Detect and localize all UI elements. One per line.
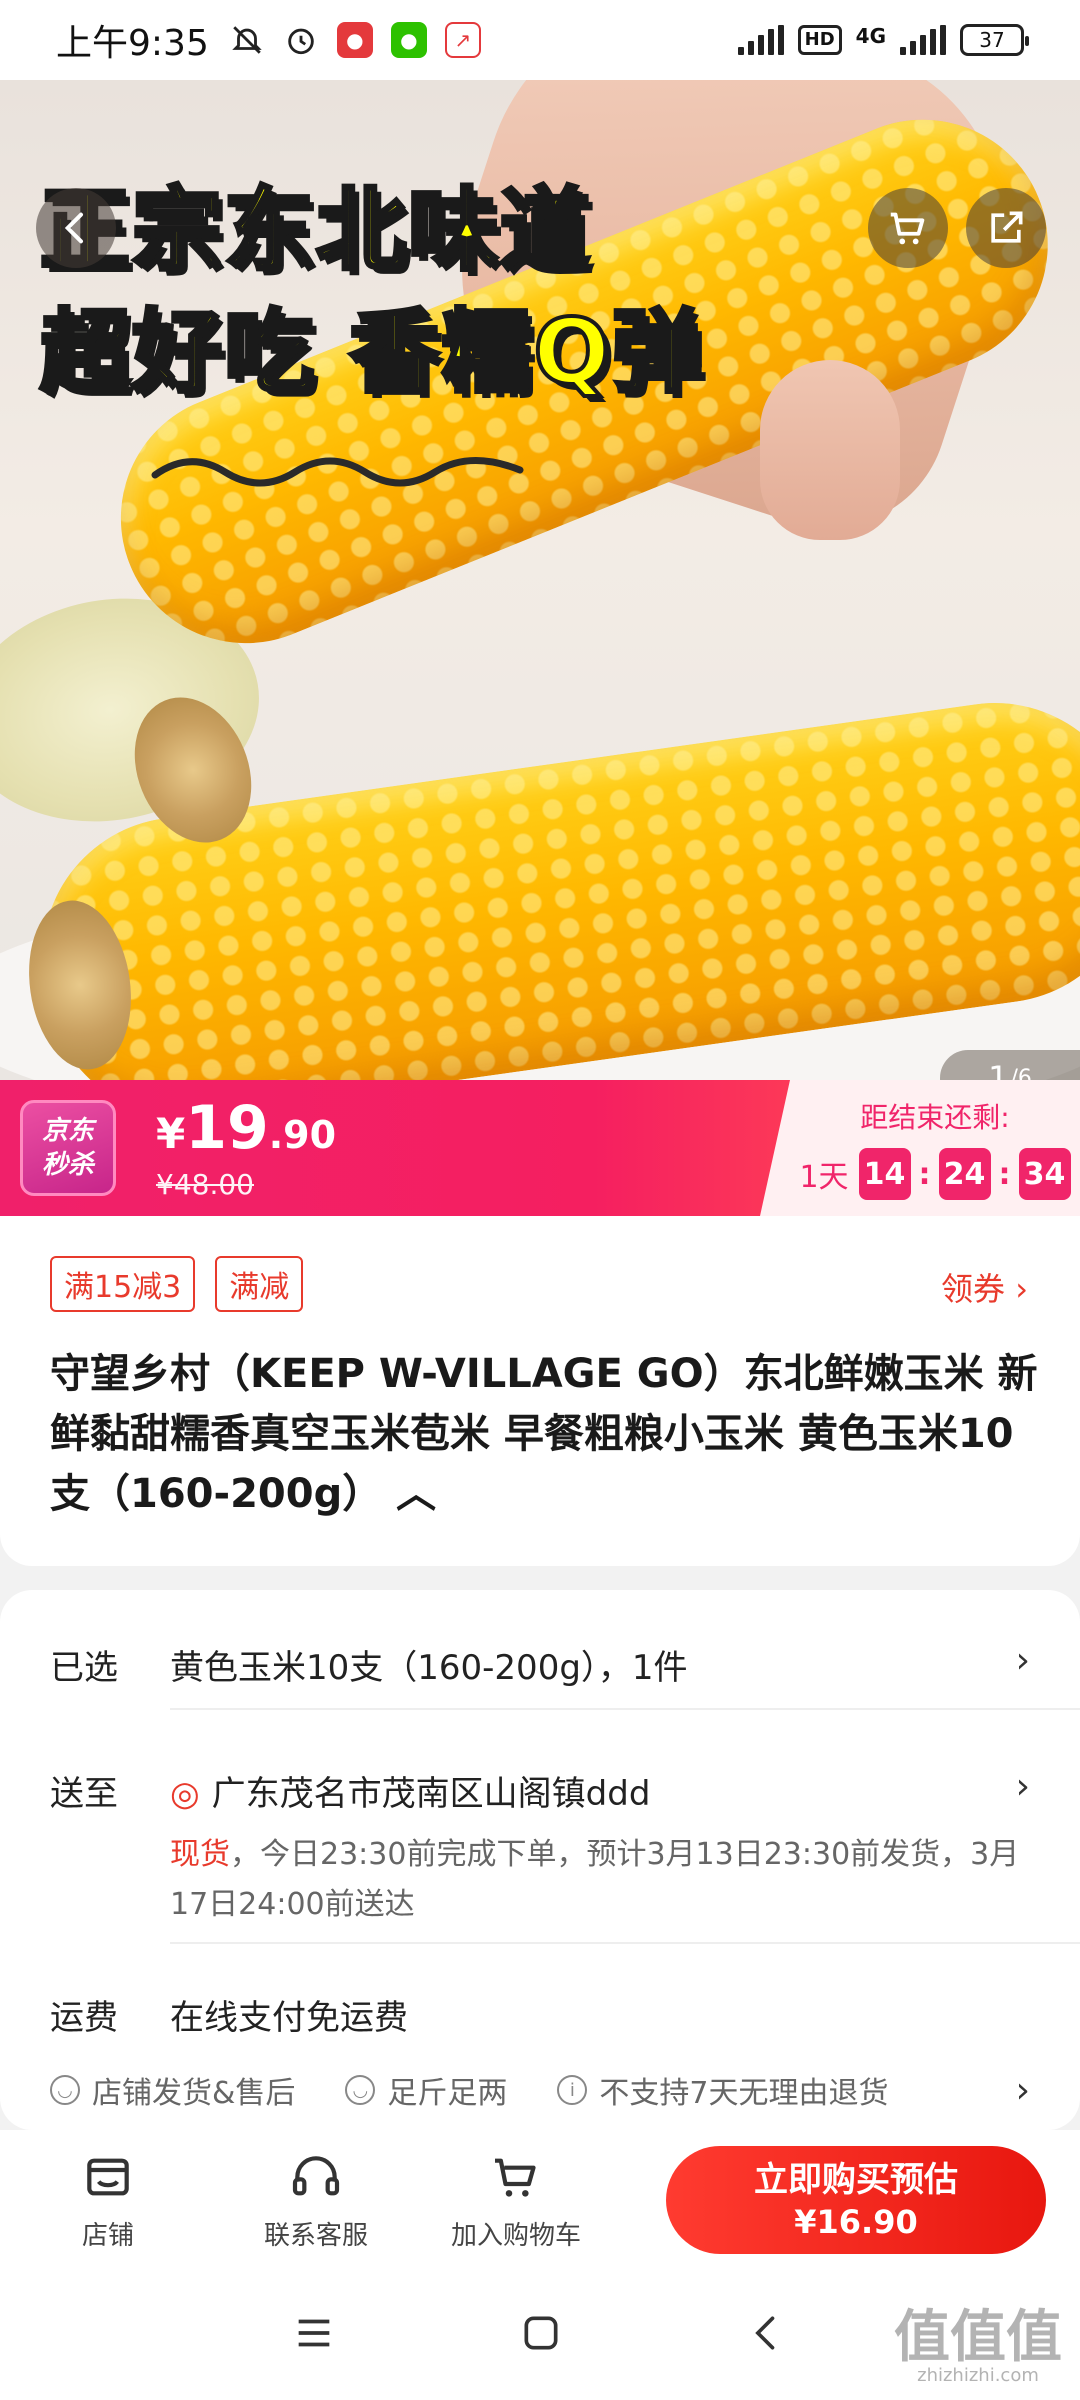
watermark-main: 值值值: [894, 2305, 1062, 2370]
guarantee-text: 足斤足两: [387, 2076, 508, 2111]
divider: [170, 1942, 1080, 1944]
in-stock-label: 现货: [170, 1837, 230, 1872]
divider: [170, 1708, 1080, 1710]
signal-icon: [737, 25, 784, 55]
add-to-cart-button[interactable]: 加入购物车: [416, 2149, 616, 2252]
image-page-indicator: 1/6: [940, 1050, 1080, 1080]
delivery-address: 广东茂名市茂南区山阁镇ddd: [211, 1774, 651, 1814]
network-type: 4G: [855, 24, 886, 48]
hero-title-line2: 超好吃 香糯Q弹: [38, 298, 704, 407]
customer-service-button[interactable]: 联系客服: [216, 2149, 416, 2252]
hero-title: 正宗东北味道 超好吃 香糯Q弹: [38, 170, 704, 414]
buy-now-price: ¥16.90: [794, 2203, 918, 2241]
service-guarantees[interactable]: ◡ 店铺发货&售后 ◡ 足斤足两 i 不支持7天无理由退货 ›: [0, 2050, 1080, 2130]
product-image-carousel[interactable]: 正宗东北味道 超好吃 香糯Q弹 1/6: [0, 80, 1080, 1080]
chevron-right-icon: ›: [1015, 1640, 1030, 1681]
share-button[interactable]: [966, 188, 1046, 268]
back-button[interactable]: [36, 188, 116, 268]
product-info-card: 满15减3 满减 领券 › 守望乡村（KEEP W-VILLAGE GO）东北鲜…: [0, 1216, 1080, 1566]
headset-icon: [292, 2155, 340, 2195]
buy-now-button[interactable]: 立即购买预估 ¥16.90: [666, 2146, 1046, 2254]
countdown-seconds: 34: [1018, 1148, 1071, 1200]
badge-line2: 秒杀: [41, 1150, 94, 1180]
app-notification-icon: ●: [336, 22, 373, 58]
countdown-minutes: 24: [938, 1148, 991, 1200]
share-icon: [991, 211, 1023, 243]
guarantee-item: ◡ 足斤足两: [345, 2068, 507, 2112]
product-title[interactable]: 守望乡村（KEEP W-VILLAGE GO）东北鲜嫩玉米 新鲜黏甜糯香真空玉米…: [50, 1344, 1040, 1524]
guarantee-item: i 不支持7天无理由退货: [557, 2068, 889, 2112]
signal-icon-2: [900, 25, 946, 55]
buy-now-label: 立即购买预估: [754, 2160, 958, 2200]
store-button[interactable]: 店铺: [0, 2149, 216, 2252]
smile-check-icon: ◡: [50, 2075, 80, 2105]
countdown-separator: :: [998, 1156, 1011, 1192]
watermark: 值值值 zhizhizhi.com: [894, 2310, 1062, 2386]
service-label: 联系客服: [263, 2220, 368, 2251]
selected-label: 已选: [50, 1648, 118, 1688]
chevron-right-icon: ›: [1015, 2069, 1030, 2111]
hero-title-line1: 正宗东北味道: [38, 176, 592, 285]
wechat-icon: ●: [390, 22, 427, 58]
countdown-hours: 14: [858, 1148, 911, 1200]
price-block: ¥19.90 ¥48.00: [156, 1095, 336, 1201]
get-coupon-link[interactable]: 领券 ›: [941, 1264, 1028, 1310]
back-icon[interactable]: [745, 2311, 789, 2359]
guarantee-text: 不支持7天无理由退货: [599, 2076, 889, 2111]
promo-tags: 满15减3 满减: [50, 1256, 304, 1312]
original-price: ¥48.00: [156, 1168, 254, 1201]
shipping-note: ，今日23:30前完成下单，预计3月13日23:30前发货，3月17日24:00…: [170, 1837, 1020, 1922]
store-label: 店铺: [81, 2220, 134, 2251]
status-time: 上午9:35: [56, 23, 209, 64]
hd-badge: HD: [797, 25, 842, 55]
status-bar: 上午9:35 ● ● ↗ HD 4G 37: [0, 0, 1080, 80]
chevron-left-icon: [64, 212, 83, 244]
guarantee-text: 店铺发货&售后: [92, 2076, 296, 2111]
delivery-value-wrap: ◎ 广东茂名市茂南区山阁镇ddd: [170, 1766, 650, 1815]
cart-button[interactable]: [868, 188, 948, 268]
purchase-options-card: 已选 黄色玉米10支（160-200g），1件 › 送至 ◎ 广东茂名市茂南区山阁…: [0, 1590, 1080, 2130]
current-price: ¥19.90: [156, 1095, 336, 1168]
mute-bell-icon: [229, 22, 265, 58]
cart-icon: [890, 212, 925, 245]
location-pin-icon: ◎: [170, 1774, 200, 1814]
countdown-label: 距结束还剩:: [860, 1101, 1010, 1134]
freight-label: 运费: [50, 1998, 118, 2038]
flash-sale-banner: 京东 秒杀 ¥19.90 ¥48.00 距结束还剩: 1天 14 : 24 : …: [0, 1080, 1080, 1216]
currency-symbol: ¥: [156, 1109, 186, 1158]
info-icon: i: [557, 2075, 588, 2105]
delivery-label: 送至: [50, 1774, 118, 1814]
battery-level: 37: [979, 28, 1005, 52]
page-total: /6: [1010, 1065, 1032, 1081]
alarm-icon: [283, 22, 319, 58]
promo-tag[interactable]: 满减: [215, 1256, 304, 1312]
countdown-timer: 距结束还剩: 1天 14 : 24 : 34: [760, 1080, 1080, 1216]
shipping-estimate: 现货，今日23:30前完成下单，预计3月13日23:30前发货，3月17日24:…: [170, 1830, 1040, 1930]
battery-icon: 37: [960, 24, 1029, 56]
cart-label: 加入购物车: [450, 2220, 581, 2251]
home-icon[interactable]: [519, 2311, 563, 2359]
menu-icon[interactable]: [291, 2310, 337, 2360]
page-current: 1: [988, 1059, 1009, 1080]
thumb-graphic: [760, 360, 900, 540]
guarantee-item: ◡ 店铺发货&售后: [50, 2068, 295, 2112]
jd-flash-sale-badge: 京东 秒杀: [20, 1100, 116, 1196]
countdown-separator: :: [918, 1156, 931, 1192]
cart-icon: [495, 2158, 536, 2197]
smile-check-icon: ◡: [345, 2075, 376, 2105]
chevron-right-icon: ›: [1015, 1766, 1030, 1807]
bottom-action-bar: 店铺 联系客服 加入购物车 立即购买预估 ¥16.90: [0, 2130, 1080, 2270]
trend-app-icon: ↗: [444, 22, 481, 58]
system-navigation-bar: 值值值 zhizhizhi.com: [0, 2270, 1080, 2400]
watermark-sub: zhizhizhi.com: [917, 2365, 1039, 2386]
price-decimal: .90: [268, 1113, 337, 1157]
squiggle-decoration: [151, 457, 524, 487]
selected-value: 黄色玉米10支（160-200g），1件: [170, 1648, 688, 1688]
store-icon: [87, 2158, 129, 2195]
freight-value: 在线支付免运费: [170, 1998, 408, 2038]
promo-tag[interactable]: 满15减3: [50, 1256, 196, 1312]
price-integer: 19: [185, 1093, 269, 1163]
countdown-days: 1天: [799, 1160, 849, 1195]
badge-line1: 京东: [41, 1116, 94, 1146]
